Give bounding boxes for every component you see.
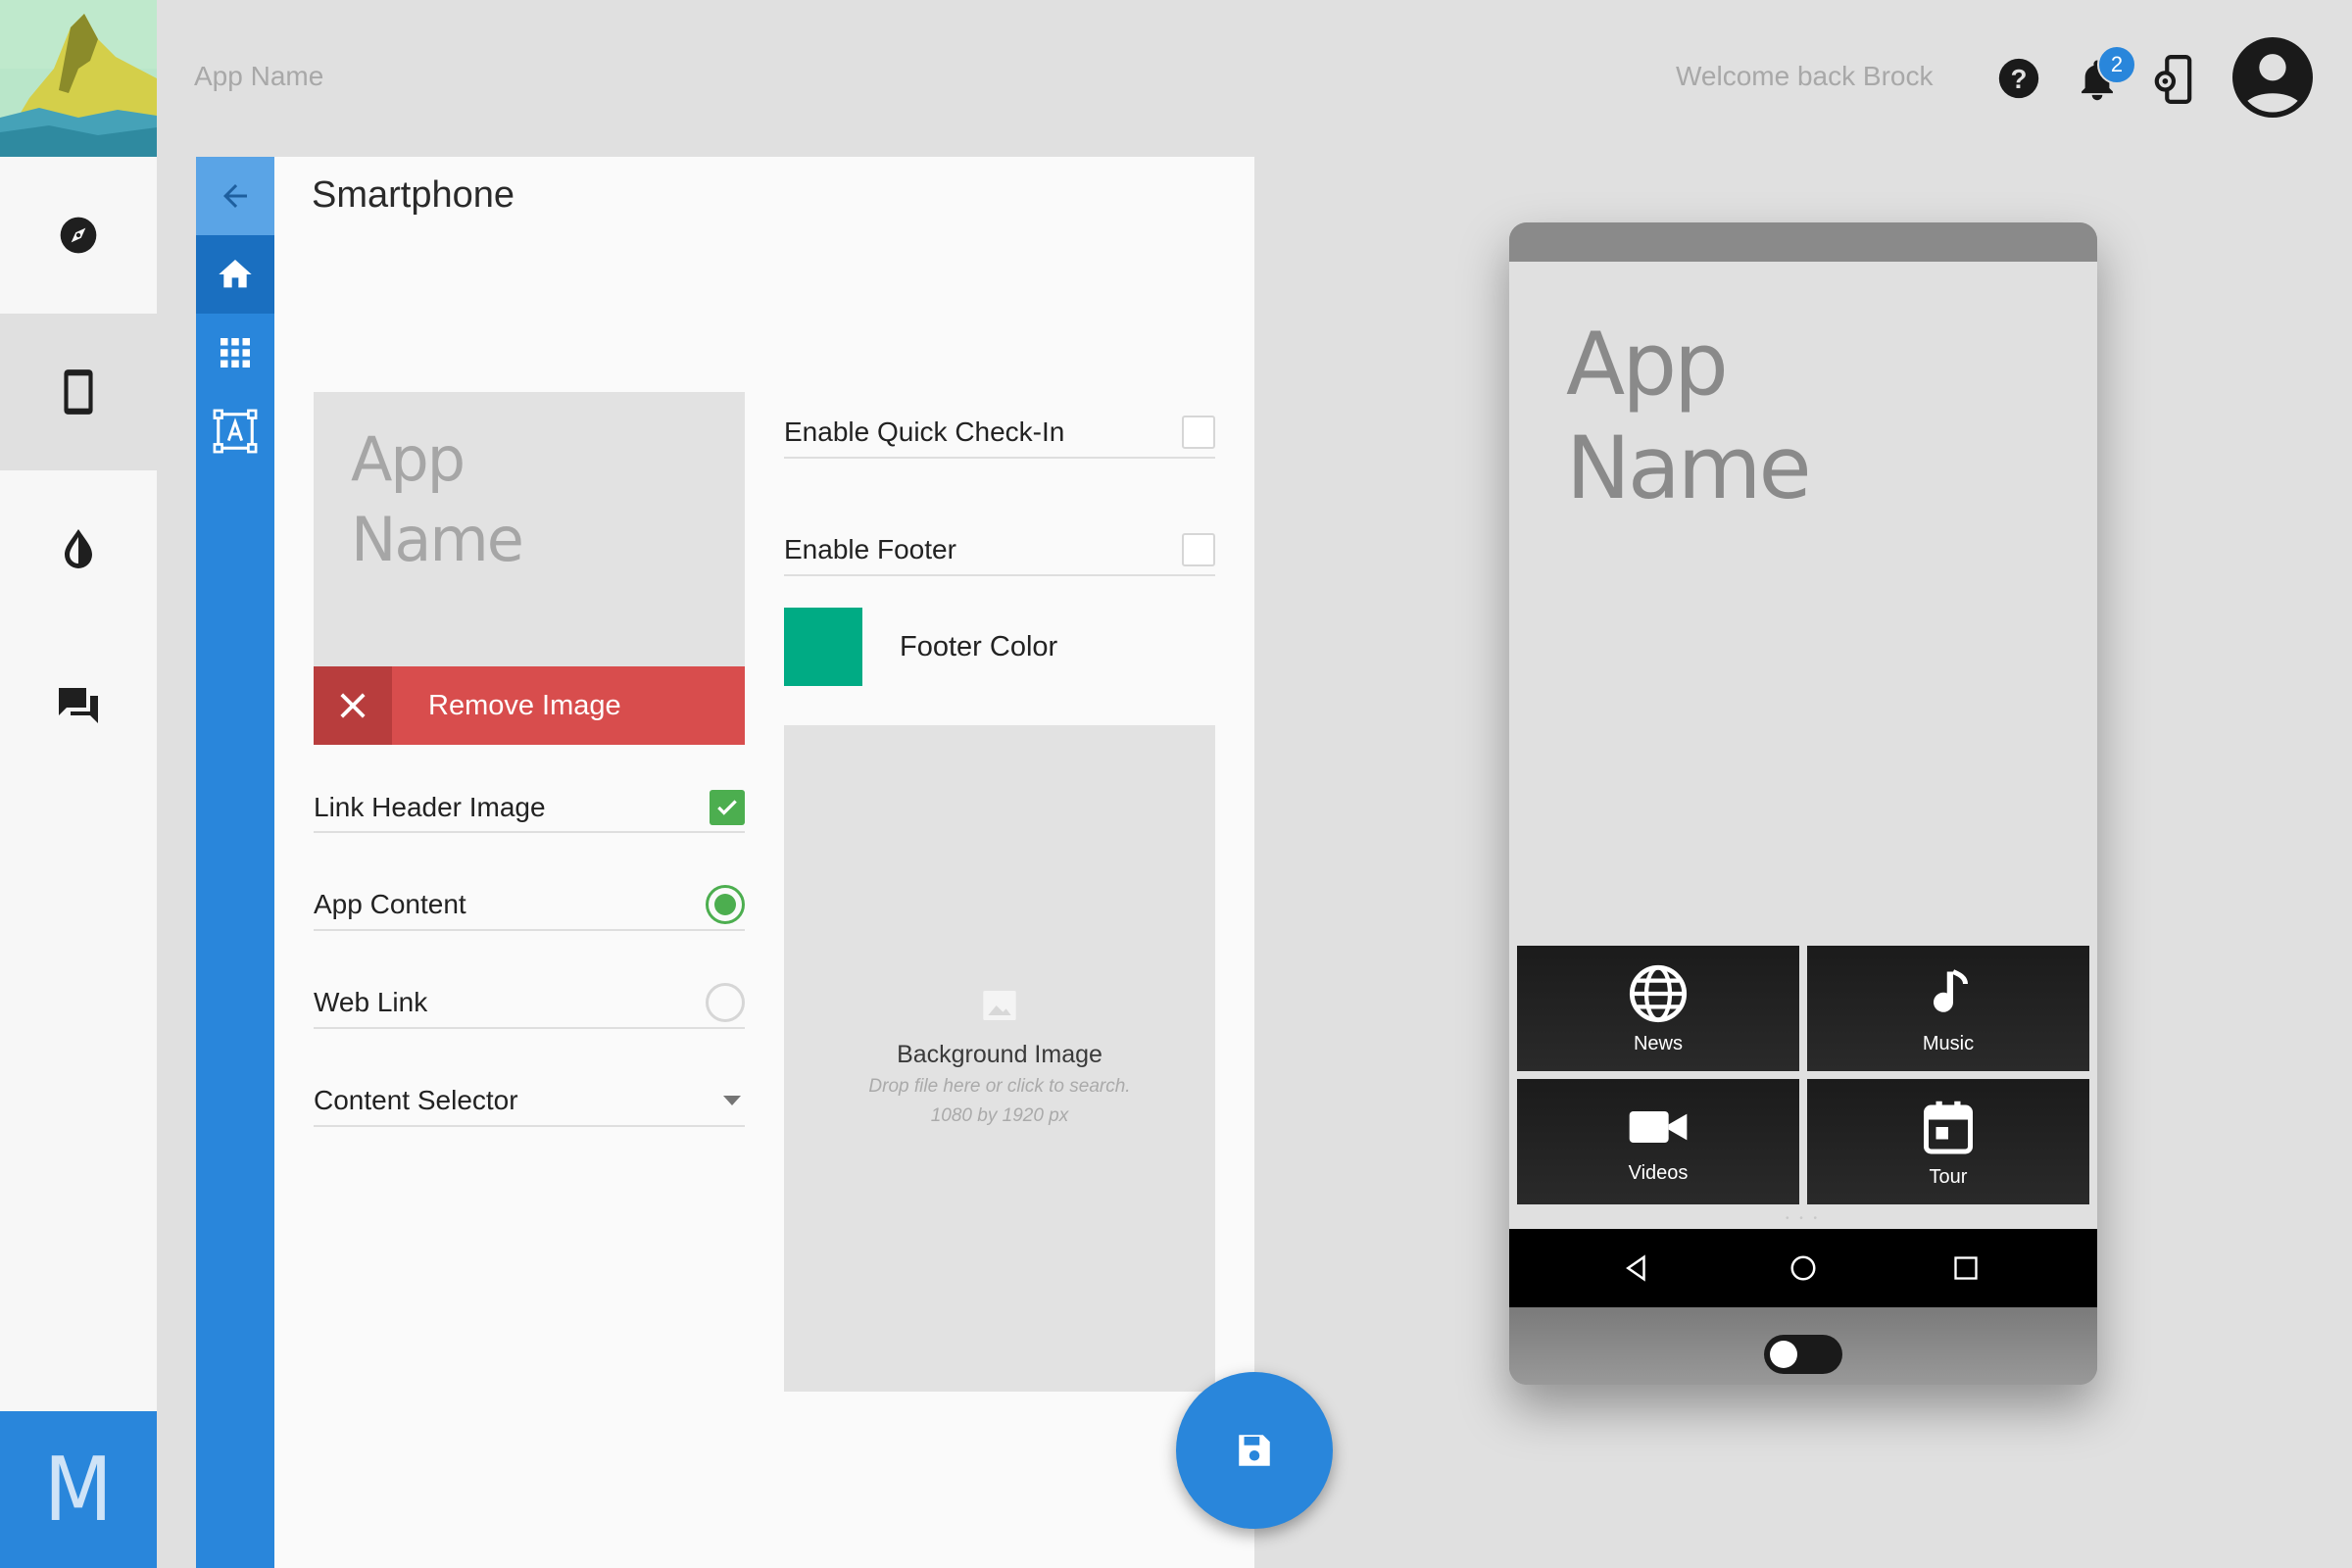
- sub-nav-grid[interactable]: [196, 314, 274, 392]
- brand-letter: M: [44, 1438, 113, 1542]
- back-button[interactable]: [196, 157, 274, 235]
- video-camera-icon: [1629, 1110, 1688, 1143]
- background-image-hint: Drop file here or click to search.: [868, 1076, 1131, 1097]
- account-icon: [2232, 37, 2313, 118]
- save-button[interactable]: [1176, 1372, 1333, 1529]
- save-icon: [1239, 1435, 1270, 1466]
- brand-tile[interactable]: M: [0, 1411, 157, 1568]
- phone-recents-button[interactable]: [1946, 1249, 1985, 1288]
- tile-music[interactable]: Music: [1807, 946, 2089, 1071]
- sub-nav-text[interactable]: [196, 392, 274, 470]
- web-link-radio[interactable]: [706, 983, 745, 1022]
- welcome-text: Welcome back Brock: [1676, 61, 1934, 91]
- chat-icon: [59, 688, 98, 723]
- quick-checkin-row[interactable]: Enable Quick Check-In: [784, 408, 1215, 459]
- phone-bottom-bezel: [1509, 1307, 2097, 1385]
- device-settings-button[interactable]: [2152, 54, 2193, 109]
- tile-news[interactable]: News: [1517, 946, 1799, 1071]
- content-selector-dropdown[interactable]: Content Selector: [314, 1076, 745, 1127]
- smartphone-icon: [64, 369, 93, 415]
- phone-screen: App Name News Music Videos Tour: [1509, 262, 2097, 1229]
- image-placeholder-icon: [983, 991, 1016, 1020]
- calendar-icon: [1924, 1101, 1973, 1153]
- app-content-radio[interactable]: [706, 885, 745, 924]
- panel-title: Smartphone: [312, 174, 515, 216]
- background-image-title: Background Image: [897, 1041, 1102, 1068]
- check-icon: [717, 800, 737, 815]
- phone-home-button[interactable]: [1784, 1249, 1823, 1288]
- back-arrow-icon: [223, 184, 247, 208]
- logo-image: [0, 0, 157, 157]
- rail-item-smartphone[interactable]: [0, 314, 157, 470]
- text-frame-icon: [213, 409, 258, 454]
- enable-footer-row[interactable]: Enable Footer: [784, 525, 1215, 576]
- home-circle-icon: [1790, 1255, 1816, 1281]
- account-button[interactable]: [2232, 37, 2313, 122]
- background-image-dimensions: 1080 by 1920 px: [930, 1105, 1069, 1126]
- color-drop-icon: [65, 529, 92, 568]
- help-button[interactable]: ?: [1997, 57, 2040, 105]
- preview-toggle[interactable]: [1764, 1335, 1842, 1374]
- enable-footer-checkbox[interactable]: [1182, 533, 1215, 566]
- tile-tour[interactable]: Tour: [1807, 1079, 2089, 1204]
- rail-item-theme[interactable]: [0, 470, 157, 627]
- back-triangle-icon: [1626, 1254, 1645, 1282]
- svg-text:?: ?: [2011, 64, 2028, 94]
- background-image-dropzone[interactable]: Background Image Drop file here or click…: [784, 725, 1215, 1392]
- app-title: App Name: [194, 61, 324, 91]
- phone-settings-icon: [2154, 54, 2192, 105]
- phone-back-button[interactable]: [1617, 1249, 1656, 1288]
- rail-item-explore[interactable]: [0, 157, 157, 314]
- help-icon: ?: [1998, 58, 2039, 99]
- tile-videos[interactable]: Videos: [1517, 1079, 1799, 1204]
- footer-color-label: Footer Color: [900, 631, 1058, 662]
- app-content-row[interactable]: App Content: [314, 880, 745, 931]
- chevron-down-icon: [723, 1096, 741, 1105]
- sub-nav: [196, 157, 274, 1568]
- phone-preview: App Name News Music Videos Tour • • •: [1509, 222, 2097, 1385]
- phone-nav-bar: [1509, 1229, 2097, 1307]
- recents-square-icon: [1954, 1256, 1978, 1280]
- quick-checkin-checkbox[interactable]: [1182, 416, 1215, 449]
- header-image-text: App Name: [351, 423, 524, 575]
- web-link-row[interactable]: Web Link: [314, 978, 745, 1029]
- music-note-icon: [1934, 968, 1968, 1012]
- link-header-image-checkbox[interactable]: [710, 790, 745, 825]
- page-dots: • • •: [1785, 1213, 1822, 1224]
- phone-status-bar: [1509, 222, 2097, 262]
- globe-icon: [1629, 964, 1688, 1022]
- compass-icon: [60, 217, 97, 254]
- footer-color-swatch[interactable]: [784, 608, 862, 686]
- notification-badge: 2: [2097, 45, 2136, 84]
- remove-image-button[interactable]: Remove Image: [314, 666, 745, 745]
- sub-nav-home[interactable]: [196, 235, 274, 314]
- left-rail: [0, 157, 157, 1411]
- close-icon: [314, 666, 392, 745]
- phone-app-title: App Name: [1566, 314, 1812, 518]
- grid-icon: [220, 338, 250, 368]
- header-image-preview[interactable]: App Name: [314, 392, 745, 666]
- rail-item-messages[interactable]: [0, 627, 157, 784]
- home-icon: [219, 260, 252, 288]
- link-header-image-row[interactable]: Link Header Image: [314, 784, 745, 833]
